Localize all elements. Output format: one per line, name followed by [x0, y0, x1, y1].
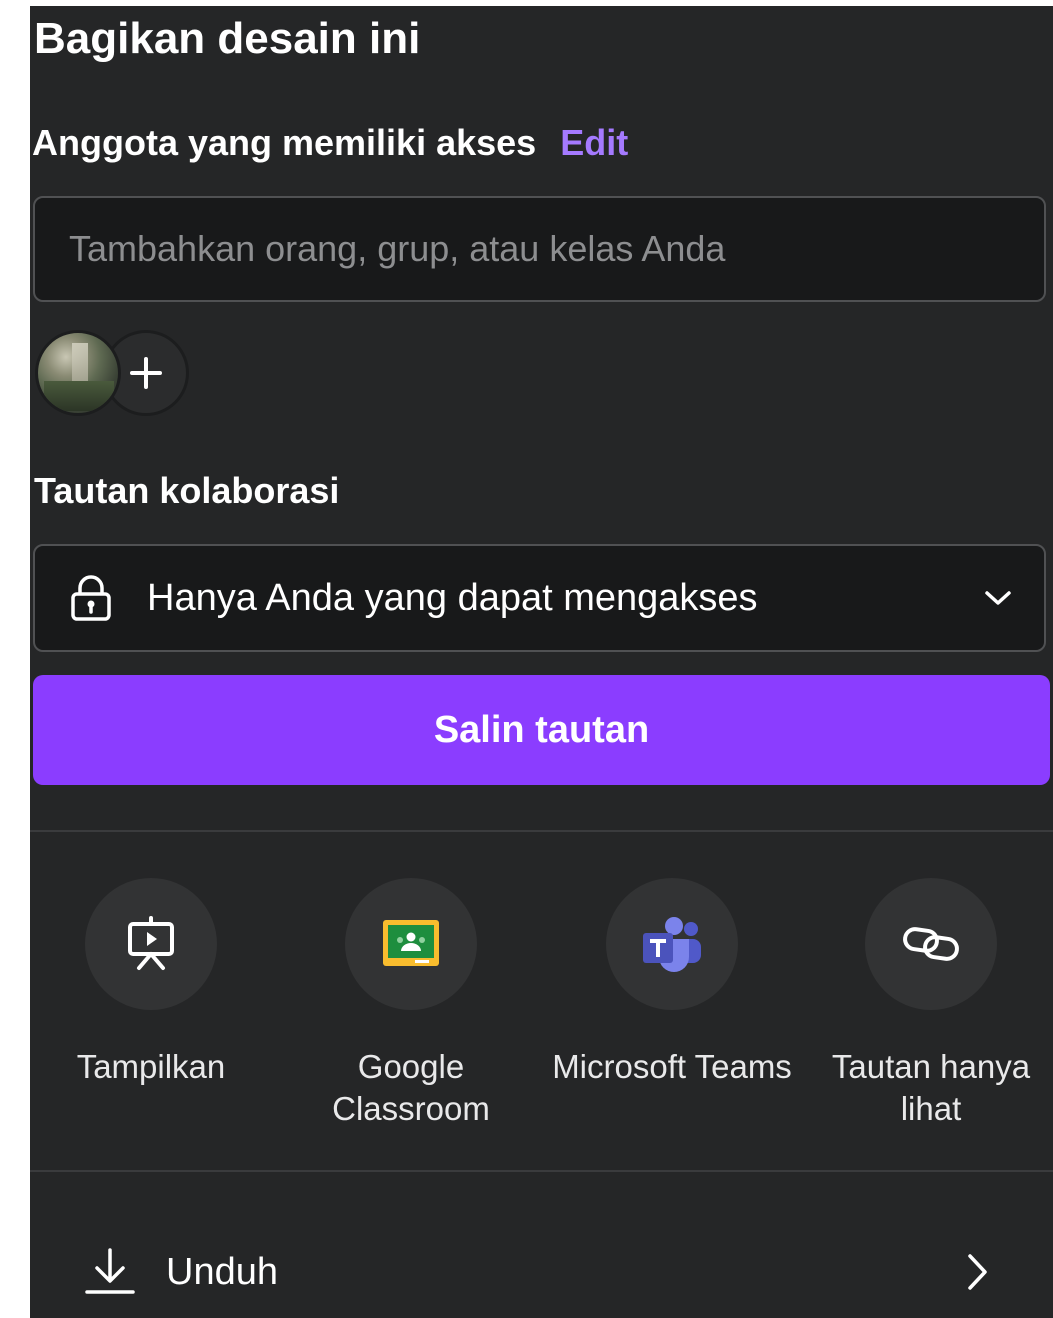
chevron-right-icon — [957, 1252, 997, 1292]
members-header: Anggota yang memiliki akses Edit — [32, 122, 628, 164]
share-option-present[interactable]: Tampilkan — [30, 878, 281, 1088]
download-icon — [84, 1246, 136, 1298]
download-row[interactable]: Unduh — [30, 1226, 1053, 1318]
access-level-dropdown[interactable]: Hanya Anda yang dapat mengakses — [33, 544, 1046, 652]
link-icon — [903, 927, 959, 961]
plus-icon — [130, 357, 162, 389]
share-panel: Bagikan desain ini Anggota yang memiliki… — [30, 6, 1053, 1318]
add-people-input[interactable] — [35, 198, 1044, 300]
microsoft-teams-icon-circle — [606, 878, 738, 1010]
share-option-view-only-link[interactable]: Tautan hanya lihat — [801, 878, 1053, 1130]
microsoft-teams-icon — [643, 917, 701, 972]
collaboration-link-label: Tautan kolaborasi — [34, 470, 340, 511]
share-option-label: Microsoft Teams — [552, 1048, 792, 1085]
download-label: Unduh — [166, 1250, 278, 1293]
add-people-field[interactable] — [33, 196, 1046, 302]
present-icon — [128, 916, 174, 970]
google-classroom-icon-circle — [345, 878, 477, 1010]
share-option-label: Tautan hanya lihat — [831, 1048, 1031, 1127]
chevron-down-icon — [980, 580, 1016, 616]
lock-icon — [67, 574, 115, 622]
share-option-google-classroom[interactable]: Google Classroom — [281, 878, 541, 1130]
members-label: Anggota yang memiliki akses — [32, 122, 537, 163]
copy-link-button[interactable]: Salin tautan — [33, 675, 1050, 785]
access-level-value: Hanya Anda yang dapat mengakses — [147, 576, 758, 619]
share-option-label: Tampilkan — [76, 1048, 226, 1085]
divider — [30, 1170, 1053, 1172]
share-option-label: Google Classroom — [332, 1048, 490, 1127]
panel-title: Bagikan desain ini — [34, 14, 421, 63]
present-icon-circle — [85, 878, 217, 1010]
google-classroom-icon — [383, 920, 439, 966]
link-icon-circle — [865, 878, 997, 1010]
divider — [30, 830, 1053, 832]
edit-members-link[interactable]: Edit — [560, 122, 628, 164]
share-option-microsoft-teams[interactable]: Microsoft Teams — [542, 878, 802, 1088]
avatar[interactable] — [35, 330, 121, 416]
